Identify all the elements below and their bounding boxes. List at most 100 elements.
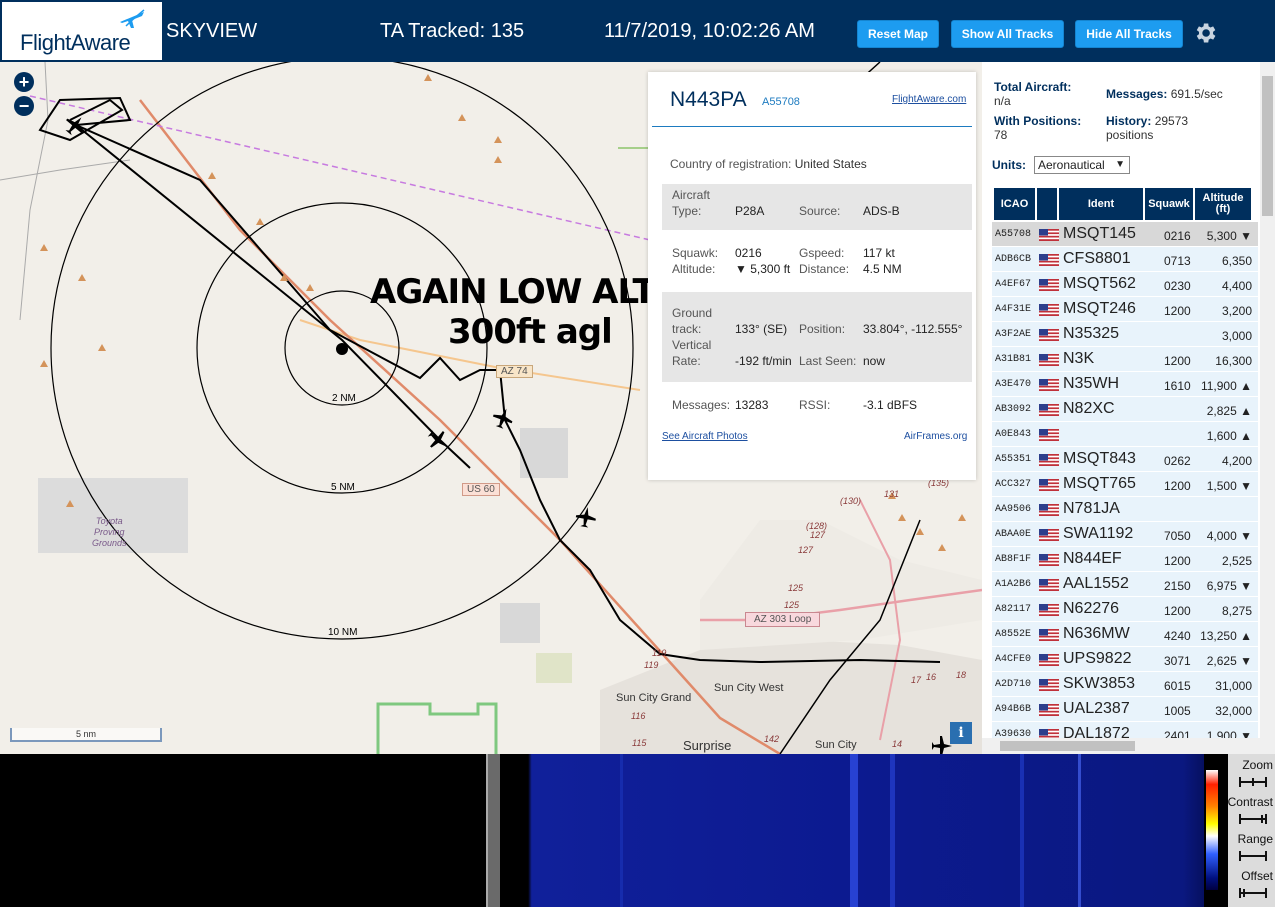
panel-splitter[interactable] <box>486 754 500 907</box>
row-squawk: 0230 <box>1164 279 1191 293</box>
map-info-button[interactable]: i <box>950 722 972 744</box>
contrast-slider[interactable] <box>1238 813 1268 825</box>
row-squawk: 6015 <box>1164 679 1191 693</box>
table-row[interactable]: AA9506 N781JA <box>992 497 1258 522</box>
map-scale-bar: 5 nm <box>10 728 162 742</box>
table-row[interactable]: A4CFE0 UPS9822 3071 2,625 ▼ <box>992 647 1258 672</box>
table-row[interactable]: A0E843 1,600 ▲ <box>992 422 1258 447</box>
table-row[interactable]: A55351 MSQT843 0262 4,200 <box>992 447 1258 472</box>
table-row[interactable]: A82117 N62276 1200 8,275 <box>992 597 1258 622</box>
gear-icon[interactable] <box>1192 20 1218 46</box>
offset-slider[interactable] <box>1238 887 1268 899</box>
map-area-block <box>500 603 540 643</box>
column-header-squawk[interactable]: Squawk <box>1145 188 1193 220</box>
range-slider[interactable] <box>1238 850 1268 862</box>
table-row[interactable]: A55708 MSQT145 0216 5,300 ▼ <box>992 222 1258 247</box>
popup-band-track: Ground track: 133° (SE) Position: 33.804… <box>662 292 972 382</box>
aircraft-icon[interactable] <box>424 426 452 454</box>
messages-rate-label: Messages: <box>1106 87 1168 101</box>
us-flag-icon <box>1039 504 1059 516</box>
squawk-label: Squawk: <box>672 246 719 260</box>
hide-all-tracks-button[interactable]: Hide All Tracks <box>1075 20 1183 48</box>
table-row[interactable]: A8552E N636MW 4240 13,250 ▲ <box>992 622 1258 647</box>
messages-label: Messages: <box>672 398 731 412</box>
table-row[interactable]: AB3092 N82XC 2,825 ▲ <box>992 397 1258 422</box>
table-row[interactable]: A94B6B UAL2387 1005 32,000 <box>992 697 1258 722</box>
vertical-rate-label: Rate: <box>672 354 701 368</box>
table-row[interactable]: A3F2AE N35325 3,000 <box>992 322 1258 347</box>
row-altitude: 2,625 ▼ <box>1206 654 1252 668</box>
row-icao: A55708 <box>995 229 1032 240</box>
us-flag-icon <box>1039 679 1059 691</box>
altitude-value: ▼ 5,300 ft <box>735 262 791 276</box>
flightaware-link[interactable]: FlightAware.com <box>892 94 966 105</box>
row-altitude: 4,400 <box>1221 279 1252 293</box>
row-altitude: 5,300 ▼ <box>1206 229 1252 243</box>
zoom-out-button[interactable]: − <box>14 96 34 116</box>
row-ident: AAL1552 <box>1063 575 1129 592</box>
exit-number: 125 <box>788 583 804 593</box>
units-select[interactable]: Aeronautical ▼ <box>1034 156 1130 174</box>
exit-number: 14 <box>892 739 903 749</box>
popup-divider <box>652 126 972 127</box>
row-icao: A4F31E <box>995 304 1032 315</box>
airframes-link[interactable]: AirFrames.org <box>904 431 967 442</box>
table-row[interactable]: A3E470 N35WH 1610 11,900 ▲ <box>992 372 1258 397</box>
popup-band-messages: Messages: 13283 RSSI: -3.1 dBFS <box>662 390 972 420</box>
distance-label: Distance: <box>799 262 850 276</box>
row-squawk: 1200 <box>1164 604 1191 618</box>
reset-map-button[interactable]: Reset Map <box>857 20 939 48</box>
table-row[interactable]: A4EF67 MSQT562 0230 4,400 <box>992 272 1258 297</box>
table-row[interactable]: A2D710 SKW3853 6015 31,000 <box>992 672 1258 697</box>
table-row[interactable]: A1A2B6 AAL1552 2150 6,975 ▼ <box>992 572 1258 597</box>
table-row[interactable]: ACC327 MSQT765 1200 1,500 ▼ <box>992 472 1258 497</box>
total-aircraft-label: Total Aircraft: <box>994 80 1072 94</box>
ring-label-2nm: 2 NM <box>332 393 356 404</box>
row-icao: A0E843 <box>995 429 1032 440</box>
us-flag-icon <box>1039 329 1059 341</box>
country-value: United States <box>794 157 867 171</box>
colormap-bar <box>1206 770 1218 890</box>
row-icao: ACC327 <box>995 479 1032 490</box>
row-ident: N636MW <box>1063 625 1130 642</box>
table-row[interactable]: A4F31E MSQT246 1200 3,200 <box>992 297 1258 322</box>
messages-stat: Messages: 691.5/sec <box>1106 87 1223 101</box>
sidebar-horizontal-scrollbar[interactable] <box>982 738 1275 754</box>
row-icao: A3E470 <box>995 379 1032 390</box>
table-row[interactable]: A31B81 N3K 1200 16,300 <box>992 347 1258 372</box>
squawk-value: 0216 <box>735 246 762 260</box>
aircraft-photos-link[interactable]: See Aircraft Photos <box>662 431 748 442</box>
table-row[interactable]: AB8F1F N844EF 1200 2,525 <box>992 547 1258 572</box>
aircraft-icon[interactable] <box>574 505 597 528</box>
row-squawk: 1200 <box>1164 479 1191 493</box>
app-title: SKYVIEW <box>166 20 258 42</box>
ring-label-5nm: 5 NM <box>331 482 355 493</box>
chevron-down-icon: ▼ <box>1115 159 1125 170</box>
table-row[interactable]: ABAA0E SWA1192 7050 4,000 ▼ <box>992 522 1258 547</box>
table-row[interactable]: ADB6CB CFS8801 0713 6,350 <box>992 247 1258 272</box>
flightaware-logo[interactable]: FlightAware <box>2 2 162 60</box>
row-ident: N82XC <box>1063 400 1115 417</box>
units-label: Units: <box>992 158 1026 172</box>
column-header-flag[interactable] <box>1037 188 1057 220</box>
popup-ident: N443PA <box>670 88 747 111</box>
row-altitude: 2,525 <box>1221 554 1252 568</box>
exit-number: 115 <box>632 738 647 748</box>
position-label: Position: <box>799 322 846 336</box>
show-all-tracks-button[interactable]: Show All Tracks <box>951 20 1064 48</box>
row-squawk: 7050 <box>1164 529 1191 543</box>
column-header-icao[interactable]: ICAO <box>994 188 1035 220</box>
zoom-slider[interactable] <box>1238 776 1268 788</box>
row-icao: AA9506 <box>995 504 1032 515</box>
zoom-in-button[interactable]: + <box>14 72 34 92</box>
scrollbar-thumb[interactable] <box>1000 741 1135 751</box>
scrollbar-thumb[interactable] <box>1262 76 1273 216</box>
column-header-altitude[interactable]: Altitude (ft) <box>1195 188 1251 220</box>
sidebar-vertical-scrollbar[interactable] <box>1260 62 1275 738</box>
us-flag-icon <box>1039 429 1059 441</box>
ground-track-label: track: <box>672 322 702 336</box>
vertical-rate-label: Vertical <box>672 338 712 352</box>
row-icao: AB3092 <box>995 404 1032 415</box>
column-header-ident[interactable]: Ident <box>1059 188 1143 220</box>
row-altitude: 2,825 ▲ <box>1206 404 1252 418</box>
